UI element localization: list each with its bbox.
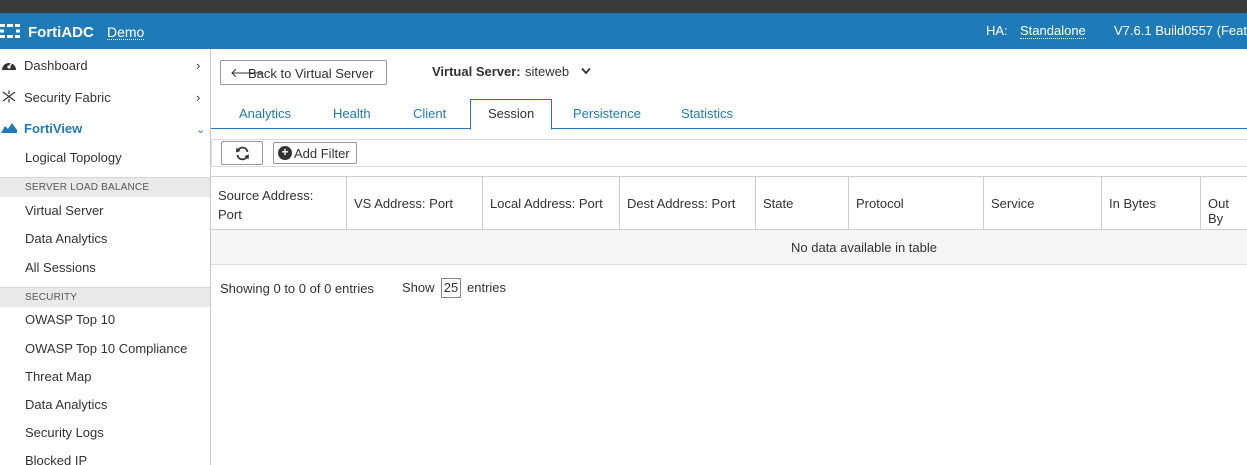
fortiview-icon [1, 123, 17, 133]
chevron-down-icon[interactable] [581, 67, 591, 75]
main-content: 🡐 Back to Virtual Server Virtual Server:… [211, 49, 1247, 465]
sidebar-item-all-sessions[interactable]: All Sessions [25, 260, 96, 275]
window-top-strip [0, 0, 1247, 13]
section-header-security: SECURITY [0, 287, 210, 307]
page-size-select[interactable]: 25 [441, 278, 461, 298]
column-header-local-address[interactable]: Local Address: Port [483, 177, 620, 230]
column-header-in-bytes[interactable]: In Bytes [1102, 177, 1201, 230]
refresh-icon [236, 146, 249, 161]
sidebar-item-owasp-top-10[interactable]: OWASP Top 10 [25, 312, 115, 327]
chevron-right-icon: › [196, 58, 201, 73]
virtual-server-select[interactable]: siteweb [525, 64, 569, 79]
column-header-service[interactable]: Service [984, 177, 1102, 230]
sidebar-item-owasp-compliance[interactable]: OWASP Top 10 Compliance [25, 341, 187, 356]
tab-client[interactable]: Client [413, 106, 446, 121]
column-header-vs-address[interactable]: VS Address: Port [347, 177, 483, 230]
tab-session[interactable]: Session [470, 99, 553, 130]
ha-label: HA: [986, 23, 1008, 38]
virtual-server-label: Virtual Server: [432, 64, 521, 79]
sidebar-item-label: FortiView [24, 121, 83, 136]
column-header-out-bytes[interactable]: Out By [1201, 177, 1247, 230]
empty-table-row: No data available in table [211, 230, 1247, 265]
table-info: Showing 0 to 0 of 0 entries [220, 281, 374, 296]
sidebar-item-label: Dashboard [24, 58, 88, 73]
tab-statistics[interactable]: Statistics [681, 106, 733, 121]
plus-circle-icon: + [278, 146, 292, 160]
tab-analytics[interactable]: Analytics [239, 106, 291, 121]
sidebar-item-fortiview[interactable]: FortiView ⌄ [0, 113, 210, 143]
empty-table-message: No data available in table [791, 240, 937, 255]
sidebar-item-security-data-analytics[interactable]: Data Analytics [25, 397, 107, 412]
add-filter-label: Add Filter [294, 146, 350, 161]
table-header: Source Address: Port VS Address: Port Lo… [211, 176, 1247, 230]
show-label: Show [402, 280, 435, 295]
refresh-button[interactable] [221, 141, 263, 165]
fortinet-logo-icon [0, 24, 20, 38]
table-toolbar: + Add Filter [211, 139, 1247, 167]
entries-label: entries [467, 280, 507, 295]
sidebar-item-threat-map[interactable]: Threat Map [25, 369, 91, 384]
tenant-link[interactable]: Demo [107, 25, 145, 40]
column-header-dest-address[interactable]: Dest Address: Port [620, 177, 756, 230]
tab-bar: Analytics Health Client Session Persiste… [211, 99, 1247, 130]
sidebar-item-dashboard[interactable]: Dashboard › [0, 50, 210, 80]
column-header-state[interactable]: State [756, 177, 849, 230]
sidebar-item-logical-topology[interactable]: Logical Topology [25, 150, 122, 165]
sidebar-item-label: Security Fabric [24, 90, 111, 105]
sidebar-item-virtual-server[interactable]: Virtual Server [25, 203, 104, 218]
sidebar-item-security-fabric[interactable]: Security Fabric › [0, 82, 210, 112]
back-button-label: Back to Virtual Server [248, 66, 374, 81]
ha-status-link[interactable]: Standalone [1020, 23, 1086, 39]
add-filter-button[interactable]: + Add Filter [273, 142, 357, 164]
back-to-virtual-server-button[interactable]: 🡐 Back to Virtual Server [220, 60, 387, 85]
sidebar: Dashboard › Security Fabric › FortiView … [0, 49, 211, 465]
security-fabric-icon [2, 90, 16, 103]
tab-health[interactable]: Health [333, 106, 371, 121]
column-header-protocol[interactable]: Protocol [849, 177, 984, 230]
chevron-right-icon: › [196, 90, 201, 105]
top-header: FortiADC Demo HA: Standalone V7.6.1 Buil… [0, 13, 1247, 49]
column-header-source-address[interactable]: Source Address: Port [211, 177, 347, 230]
sidebar-item-security-logs[interactable]: Security Logs [25, 425, 104, 440]
tab-persistence[interactable]: Persistence [573, 106, 641, 121]
product-name: FortiADC [28, 24, 94, 41]
section-header-server-load-balance: SERVER LOAD BALANCE [0, 177, 210, 197]
chevron-down-icon: ⌄ [196, 124, 206, 136]
dashboard-icon [2, 62, 16, 70]
sidebar-item-data-analytics[interactable]: Data Analytics [25, 231, 107, 246]
version-info: V7.6.1 Build0557 (Feat [1114, 23, 1247, 38]
sidebar-item-blocked-ip[interactable]: Blocked IP [25, 453, 87, 465]
